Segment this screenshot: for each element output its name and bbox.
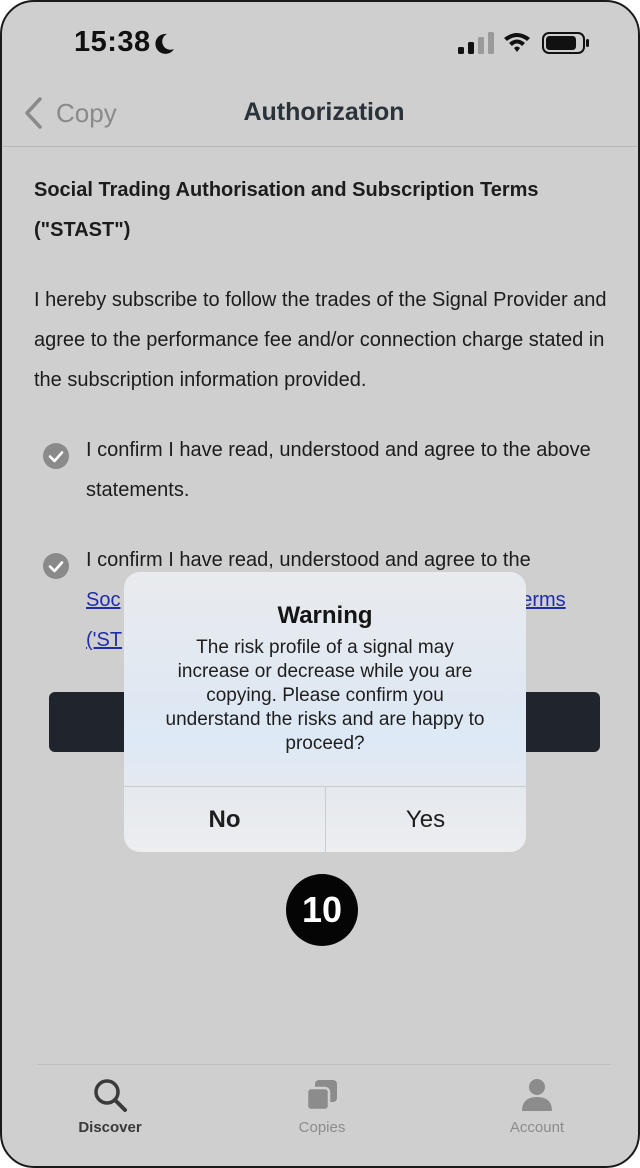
battery-icon [542, 32, 589, 54]
yes-button[interactable]: Yes [325, 787, 526, 852]
tab-label: Discover [78, 1119, 142, 1136]
wifi-icon [504, 33, 530, 52]
confirm-terms-label: I confirm I have read, understood and ag… [86, 549, 531, 571]
confirm-statements-checkbox[interactable]: I confirm I have read, understood and ag… [34, 430, 618, 510]
status-bar: 15:38 [2, 2, 638, 82]
alert-title: Warning [277, 602, 373, 629]
checkmark-circle-icon[interactable] [42, 442, 70, 470]
phone-screen: 15:38 Copy Authorization Social Trading … [0, 0, 640, 1168]
cellular-signal-icon [458, 32, 494, 54]
page-title: Authorization [243, 98, 405, 126]
terms-heading: Social Trading Authorisation and Subscri… [34, 179, 539, 241]
alert-message: The risk profile of a signal may increas… [165, 637, 485, 754]
navigation-bar: Copy Authorization [2, 82, 638, 147]
step-number-badge: 10 [286, 874, 358, 946]
terms-link-line2[interactable]: ('ST [86, 629, 122, 651]
no-button[interactable]: No [124, 787, 326, 852]
alert-actions: No Yes [124, 786, 526, 852]
subscription-statement: I hereby subscribe to follow the trades … [34, 289, 607, 391]
warning-alert-dialog: Warning The risk profile of a signal may… [124, 572, 526, 852]
checkmark-circle-icon[interactable] [42, 552, 70, 580]
confirm-statements-label: I confirm I have read, understood and ag… [86, 439, 591, 501]
person-icon [522, 1079, 552, 1111]
tab-label: Account [509, 1119, 565, 1136]
tab-account[interactable]: Account [467, 1065, 607, 1165]
tab-copies[interactable]: Copies [252, 1065, 392, 1165]
search-icon [94, 1079, 127, 1112]
copies-icon [305, 1080, 337, 1112]
tab-label: Copies [298, 1119, 346, 1136]
moon-icon [155, 33, 174, 54]
status-time: 15:38 [74, 26, 151, 58]
tab-bar: Discover Copies Account [38, 1064, 610, 1165]
terms-link[interactable]: Soc [86, 589, 120, 611]
tab-discover[interactable]: Discover [40, 1065, 180, 1165]
